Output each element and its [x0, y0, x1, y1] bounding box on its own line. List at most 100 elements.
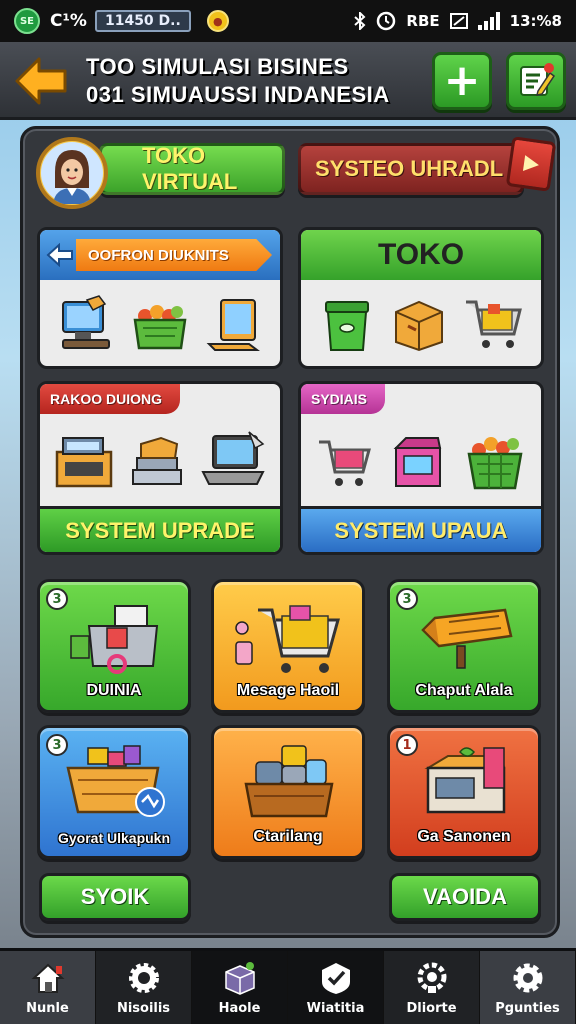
- card-inventory-header: OOFRON DIUKNITS: [40, 230, 280, 280]
- status-bar: SE C¹% 11450 D.. ● RBE 13:%8: [0, 0, 576, 42]
- tile-label: Mesage Haoil: [236, 682, 340, 699]
- card-warehouse[interactable]: RAKOO DUIONG SYSTEM UPRADE: [37, 381, 283, 555]
- card-toko-header: TOKO: [301, 230, 541, 280]
- box-icon: [221, 959, 259, 997]
- nav-label: Haole: [218, 1001, 261, 1016]
- signal-icon: [477, 12, 500, 30]
- supply-crate-icon: [424, 747, 506, 814]
- tile-art: [40, 596, 188, 676]
- tile-sanonen[interactable]: 1 Ga Sanonen: [387, 725, 541, 859]
- card-warehouse-items: [40, 418, 280, 506]
- nav-label: Dliorte: [406, 1001, 457, 1016]
- card-inventory[interactable]: OOFRON DIUKNITS: [37, 227, 283, 369]
- system-upgrade-left-button[interactable]: SYSTEM UPRADE: [40, 506, 280, 552]
- tile-label: Gyorat Ulkapukn: [57, 830, 171, 846]
- card-market-items: [301, 418, 541, 506]
- status-left-text: C¹%: [50, 11, 87, 31]
- goods-basket-icon: [66, 745, 165, 817]
- card-warehouse-tag: RAKOO DUIONG: [40, 384, 180, 414]
- nav-label: Wiatitia: [306, 1001, 365, 1016]
- gear-icon: [125, 959, 163, 997]
- notification-icon: ●: [206, 10, 229, 32]
- card-inventory-items: [40, 282, 280, 366]
- fruit-basket-icon: [467, 437, 523, 490]
- tile-chaput[interactable]: 3 Chaput Alala: [387, 579, 541, 713]
- status-right-label: RBE: [406, 12, 440, 30]
- shopping-cart-icon: [318, 440, 371, 486]
- tile-duinia[interactable]: 3 DUINIA: [37, 579, 191, 713]
- tile-art: [390, 596, 538, 676]
- header-subtitle: 031 SIMUAUSSI INDANESIA: [86, 82, 390, 107]
- cog-lock-icon: [413, 959, 451, 997]
- laptop-icon: [201, 431, 265, 485]
- cans-crate-icon: [244, 745, 334, 818]
- nav-label: Pgunties: [495, 1001, 560, 1016]
- system-upgrade-button[interactable]: SYSTEO UHRADL: [298, 143, 524, 195]
- green-bin-icon: [325, 301, 369, 351]
- main-panel: TOKO VIRTUAL SYSTEO UHRADL OOFRON DIUKNI…: [20, 126, 560, 938]
- arrow-left-icon: [15, 57, 67, 105]
- card-toko[interactable]: TOKO: [298, 227, 544, 369]
- home-icon: [29, 959, 67, 997]
- shopping-cart-icon: [466, 300, 522, 348]
- app-logo-icon: SE: [14, 8, 40, 34]
- card-market[interactable]: SYDIAIS SYSTEM UPAUA: [298, 381, 544, 555]
- wifi-icon: [449, 12, 468, 30]
- cardboard-box-icon: [395, 300, 443, 352]
- check-badge-icon: [317, 959, 355, 997]
- tile-label: Ctarilang: [253, 828, 323, 845]
- produce-crate-icon: [133, 305, 187, 350]
- add-button[interactable]: +: [432, 52, 492, 110]
- stock-button[interactable]: SYOIK: [39, 873, 191, 921]
- toko-virtual-button[interactable]: TOKO VIRTUAL: [99, 143, 285, 195]
- edit-list-button[interactable]: [506, 52, 566, 110]
- card-market-tag: SYDIAIS: [301, 384, 386, 414]
- avatar[interactable]: [36, 137, 108, 209]
- status-time: 13:%8: [509, 12, 562, 30]
- tile-art: [214, 742, 362, 822]
- app-header: TOO SIMULASI BISINES 031 SIMUAUSSI INDAN…: [0, 42, 576, 120]
- status-pill: 11450 D..: [94, 10, 191, 32]
- system-upgrade-right-button[interactable]: SYSTEM UPAUA: [301, 506, 541, 552]
- card-inventory-tag: OOFRON DIUKNITS: [76, 239, 272, 271]
- tablet-icon: [206, 299, 260, 351]
- nav-item-options[interactable]: Pgunties: [480, 951, 576, 1024]
- tile-ctarilang[interactable]: Ctarilang: [211, 725, 365, 859]
- shopping-cart-icon: [235, 605, 340, 673]
- status-right: RBE 13:%8: [354, 11, 562, 31]
- shopkeeper-avatar-icon: [41, 142, 103, 204]
- nav-label: Nisoilis: [116, 1001, 171, 1016]
- tile-art: [390, 742, 538, 822]
- tile-art: [214, 596, 362, 676]
- banner-sign-icon: [421, 608, 513, 669]
- packages-icon: [70, 605, 159, 674]
- nav-item-check[interactable]: Wiatitia: [288, 951, 384, 1024]
- edit-list-icon: [520, 63, 556, 96]
- play-arrow-icon[interactable]: [505, 136, 557, 192]
- nav-item-home[interactable]: Nunle: [0, 951, 96, 1024]
- header-title: TOO SIMULASI BISINES: [86, 54, 349, 79]
- bottom-nav: Nunle Nisoilis Haole Wiatitia Dliorte Pg…: [0, 948, 576, 1024]
- back-button[interactable]: [12, 52, 70, 110]
- nav-item-lock[interactable]: Dliorte: [384, 951, 480, 1024]
- bluetooth-icon: [354, 12, 366, 30]
- tile-gyorat[interactable]: 3 Gyorat Ulkapukn: [37, 725, 191, 859]
- tile-message[interactable]: Mesage Haoil: [211, 579, 365, 713]
- box-stack-icon: [132, 436, 182, 485]
- computer-register-icon: [62, 295, 110, 349]
- nav-label: Nunle: [26, 1001, 69, 1016]
- cash-register-icon: [55, 437, 113, 488]
- card-toko-title: TOKO: [377, 238, 465, 271]
- tile-art: [40, 742, 188, 822]
- nav-item-box[interactable]: Haole: [192, 951, 288, 1024]
- tile-label: Ga Sanonen: [417, 828, 511, 845]
- nav-item-settings[interactable]: Nisoilis: [96, 951, 192, 1024]
- alarm-icon: [376, 11, 396, 31]
- validate-button[interactable]: VAOIDA: [389, 873, 541, 921]
- tile-label: DUINIA: [86, 682, 142, 699]
- arrow-left-icon[interactable]: [44, 239, 76, 271]
- settings-icon: [509, 959, 547, 997]
- tile-label: Chaput Alala: [415, 682, 513, 699]
- card-toko-items: [301, 282, 541, 366]
- cash-drawer-icon: [393, 437, 442, 487]
